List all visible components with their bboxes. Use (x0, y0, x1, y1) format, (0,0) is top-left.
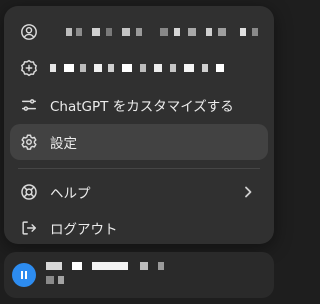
redacted-plan-text (50, 61, 224, 75)
menu-item-logout[interactable]: ログアウト (10, 210, 268, 246)
chevron-right-icon (240, 184, 256, 200)
gear-icon (20, 133, 38, 151)
redacted-account-text (50, 25, 258, 39)
redacted-username (46, 262, 164, 284)
logout-label: ログアウト (50, 222, 118, 238)
settings-label: 設定 (50, 136, 77, 152)
pause-glyph-icon (21, 271, 27, 279)
sparkle-badge-icon (20, 59, 38, 77)
user-circle-icon (20, 23, 38, 41)
sliders-icon (20, 96, 38, 114)
avatar (12, 263, 36, 287)
account-menu: ChatGPT をカスタマイズする 設定 ヘルプ ログアウト (4, 6, 274, 244)
menu-divider (18, 168, 260, 169)
menu-item-help[interactable]: ヘルプ (10, 174, 268, 210)
menu-item-settings[interactable]: 設定 (10, 124, 268, 160)
menu-item-account[interactable] (10, 14, 268, 50)
logout-icon (20, 219, 38, 237)
menu-item-customize[interactable]: ChatGPT をカスタマイズする (10, 87, 268, 123)
lifebuoy-icon (20, 183, 38, 201)
customize-label: ChatGPT をカスタマイズする (50, 99, 234, 115)
user-account-button[interactable] (4, 252, 274, 298)
help-label: ヘルプ (50, 186, 91, 202)
menu-item-plan[interactable] (10, 50, 268, 86)
